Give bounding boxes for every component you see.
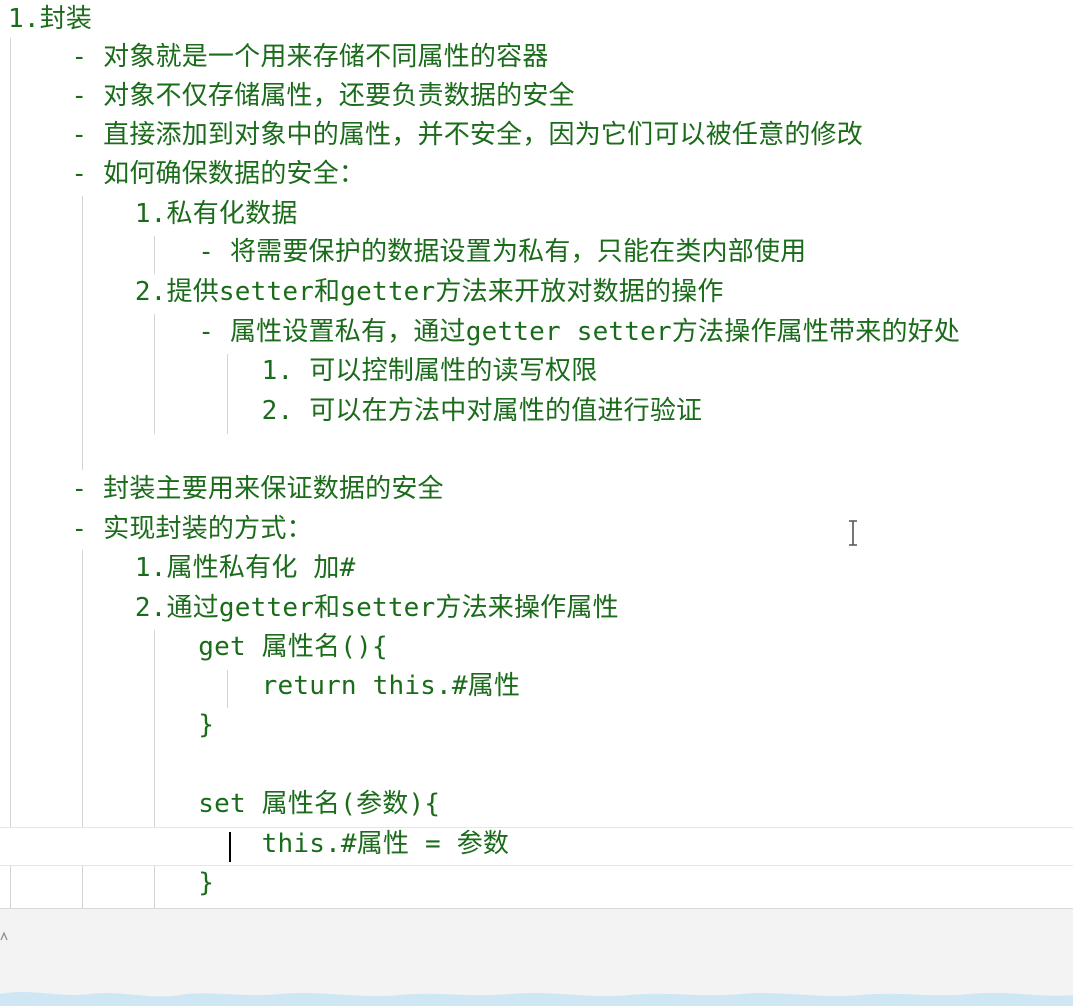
- editor-line[interactable]: - 实现封装的方式：: [8, 510, 313, 549]
- editor-line[interactable]: 1. 可以控制属性的读写权限: [8, 352, 598, 391]
- editor-line[interactable]: }: [8, 864, 214, 903]
- editor-line[interactable]: 2. 可以在方法中对属性的值进行验证: [8, 392, 702, 431]
- editor-line[interactable]: - 直接添加到对象中的属性，并不安全，因为它们可以被任意的修改: [8, 116, 863, 155]
- footer-area: [0, 909, 1073, 1006]
- editor-line[interactable]: 1.属性私有化 加#: [8, 549, 355, 588]
- editor-line[interactable]: - 属性设置私有，通过getter setter方法操作属性带来的好处: [8, 313, 960, 352]
- editor-line[interactable]: 2.通过getter和setter方法来操作属性: [8, 589, 619, 628]
- editor-line[interactable]: this.#属性 = 参数: [8, 825, 509, 864]
- editor-line[interactable]: 2.提供setter和getter方法来开放对数据的操作: [8, 273, 724, 312]
- editor-line[interactable]: return this.#属性: [8, 667, 520, 706]
- small-arrow-icon: [0, 931, 8, 941]
- editor-line[interactable]: get 属性名(){: [8, 628, 388, 667]
- i-beam-cursor-icon: [849, 520, 857, 546]
- editor-line[interactable]: - 如何确保数据的安全：: [8, 155, 365, 194]
- editor-line[interactable]: - 封装主要用来保证数据的安全: [8, 470, 444, 509]
- editor-line[interactable]: set 属性名(参数){: [8, 785, 440, 824]
- decorative-wave: [0, 992, 1073, 1006]
- editor-line[interactable]: - 对象就是一个用来存储不同属性的容器: [8, 38, 549, 77]
- editor-line[interactable]: 1.私有化数据: [8, 195, 298, 234]
- editor-line[interactable]: 1.封装: [8, 0, 92, 39]
- editor-line[interactable]: - 对象不仅存储属性，还要负责数据的安全: [8, 77, 575, 116]
- text-caret: [229, 832, 231, 862]
- editor-line[interactable]: }: [8, 706, 214, 745]
- text-editor[interactable]: 1.封装 - 对象就是一个用来存储不同属性的容器 - 对象不仅存储属性，还要负责…: [0, 0, 1073, 910]
- editor-line[interactable]: - 将需要保护的数据设置为私有，只能在类内部使用: [8, 233, 806, 272]
